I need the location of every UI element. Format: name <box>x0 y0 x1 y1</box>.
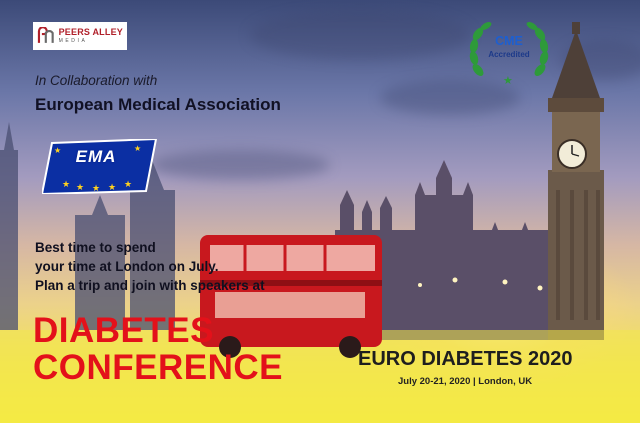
cme-accredited-badge: ★ CME Accredited <box>466 22 552 87</box>
conference-banner: PEERS ALLEY MEDIA In Collaboration with … <box>0 0 640 423</box>
tagline-line: Plan a trip and join with speakers at <box>35 278 265 293</box>
tagline-line: your time at London on July. <box>35 259 219 274</box>
logo-name: PEERS ALLEY <box>58 27 123 37</box>
svg-text:★: ★ <box>62 180 70 190</box>
cme-subtitle: Accredited <box>488 49 530 59</box>
ema-badge: ★ ★ ★ ★ ★ ★ ★ EMA <box>40 137 158 196</box>
collaboration-organization: European Medical Association <box>35 95 281 114</box>
svg-text:★: ★ <box>92 184 100 194</box>
svg-text:★: ★ <box>124 180 132 190</box>
peers-alley-logo: PEERS ALLEY MEDIA <box>33 22 127 50</box>
conference-title: DIABETES CONFERENCE <box>33 312 283 386</box>
cme-title: CME <box>495 34 523 48</box>
svg-text:★: ★ <box>503 74 513 86</box>
conference-title-line2: CONFERENCE <box>33 348 284 387</box>
ema-badge-text: EMA <box>75 147 117 166</box>
svg-text:★: ★ <box>108 183 116 193</box>
svg-text:★: ★ <box>76 183 84 193</box>
tagline-line: Best time to spend <box>35 240 156 255</box>
event-details: July 20-21, 2020 | London, UK <box>398 376 533 387</box>
conference-title-line1: DIABETES <box>33 311 214 350</box>
collaboration-intro: In Collaboration with <box>35 73 158 88</box>
event-name: EURO DIABETES 2020 <box>358 348 573 370</box>
logo-subtitle: MEDIA <box>58 38 88 44</box>
peers-alley-logo-icon <box>37 27 54 43</box>
tagline: Best time to spend your time at London o… <box>35 238 265 295</box>
big-ben-tower <box>548 22 604 340</box>
